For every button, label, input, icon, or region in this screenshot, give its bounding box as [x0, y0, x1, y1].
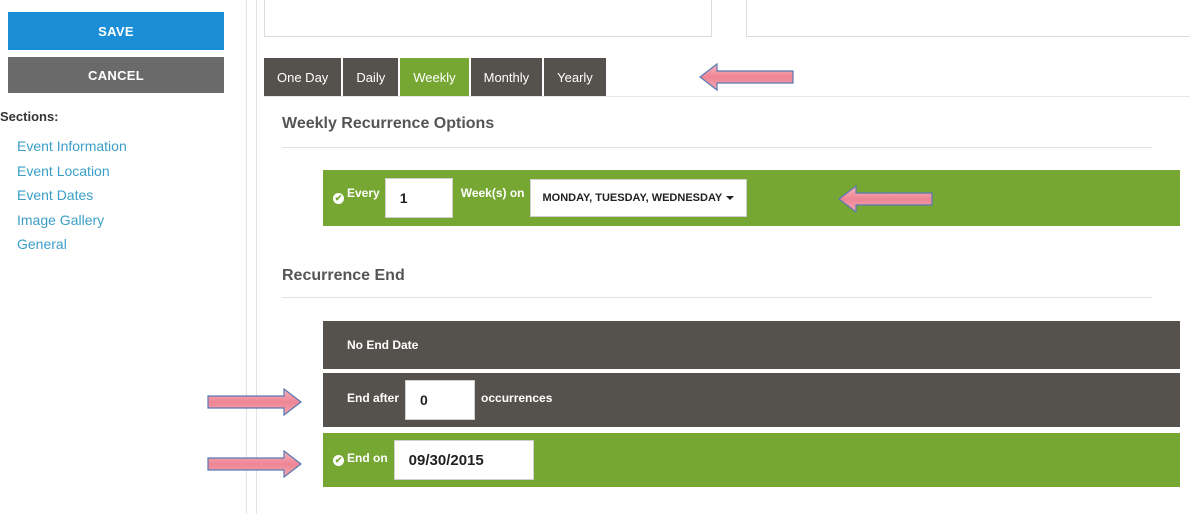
- end-after-label: End after: [347, 391, 400, 405]
- sidebar: SAVE CANCEL Sections: Event Information …: [0, 0, 246, 514]
- top-panel-left: [264, 0, 712, 37]
- top-panel-right: [746, 0, 1190, 37]
- end-on-date-input[interactable]: 09/30/2015: [393, 440, 534, 480]
- tab-daily[interactable]: Daily: [343, 58, 399, 96]
- check-circle-icon: ✔: [333, 454, 344, 466]
- arrow-right-icon: [207, 449, 302, 479]
- tab-underline: [264, 96, 1190, 97]
- no-end-date-label: No End Date: [347, 338, 419, 352]
- arrow-left-icon: [838, 184, 933, 214]
- every-weeks-input[interactable]: 1: [384, 178, 453, 218]
- tab-monthly[interactable]: Monthly: [470, 58, 543, 96]
- weekdays-select-value: MONDAY, TUESDAY, WEDNESDAY: [542, 192, 723, 204]
- sections-list: Event Information Event Location Event D…: [17, 137, 127, 260]
- section-link-event-dates[interactable]: Event Dates: [17, 186, 127, 211]
- section-link-event-location[interactable]: Event Location: [17, 162, 127, 187]
- no-end-date-row[interactable]: No End Date: [323, 321, 1180, 369]
- weekly-heading-rule: [282, 147, 1152, 148]
- save-button[interactable]: SAVE: [8, 12, 224, 50]
- tab-yearly[interactable]: Yearly: [544, 58, 606, 96]
- recurrence-tabs: One Day Daily Weekly Monthly Yearly: [264, 58, 608, 96]
- every-label: Every: [347, 186, 380, 200]
- arrow-right-icon: [207, 387, 302, 417]
- recurrence-end-rule: [282, 297, 1152, 298]
- section-link-event-information[interactable]: Event Information: [17, 137, 127, 162]
- content-divider: [256, 0, 257, 514]
- check-circle-icon: ✔: [333, 192, 344, 204]
- sections-heading: Sections:: [0, 109, 59, 124]
- tab-one-day[interactable]: One Day: [264, 58, 342, 96]
- section-link-general[interactable]: General: [17, 235, 127, 260]
- end-after-input[interactable]: 0: [405, 380, 476, 420]
- occurrences-label: occurrences: [481, 391, 553, 405]
- arrow-left-icon: [699, 62, 794, 92]
- section-link-image-gallery[interactable]: Image Gallery: [17, 211, 127, 236]
- weekly-options-heading: Weekly Recurrence Options: [282, 115, 495, 132]
- caret-down-icon: [726, 196, 735, 200]
- weekdays-select[interactable]: MONDAY, TUESDAY, WEDNESDAY: [529, 179, 748, 217]
- end-on-row[interactable]: ✔ End on 09/30/2015: [323, 433, 1180, 487]
- cancel-button[interactable]: CANCEL: [8, 57, 224, 93]
- weeks-on-label: Week(s) on: [460, 186, 525, 200]
- tab-weekly[interactable]: Weekly: [400, 58, 469, 96]
- weekly-every-row: ✔ Every 1 Week(s) on MONDAY, TUESDAY, WE…: [323, 170, 1180, 226]
- end-on-label: End on: [347, 451, 388, 465]
- recurrence-end-heading: Recurrence End: [282, 267, 405, 284]
- end-after-row[interactable]: End after 0 occurrences: [323, 373, 1180, 427]
- sidebar-divider: [246, 0, 247, 514]
